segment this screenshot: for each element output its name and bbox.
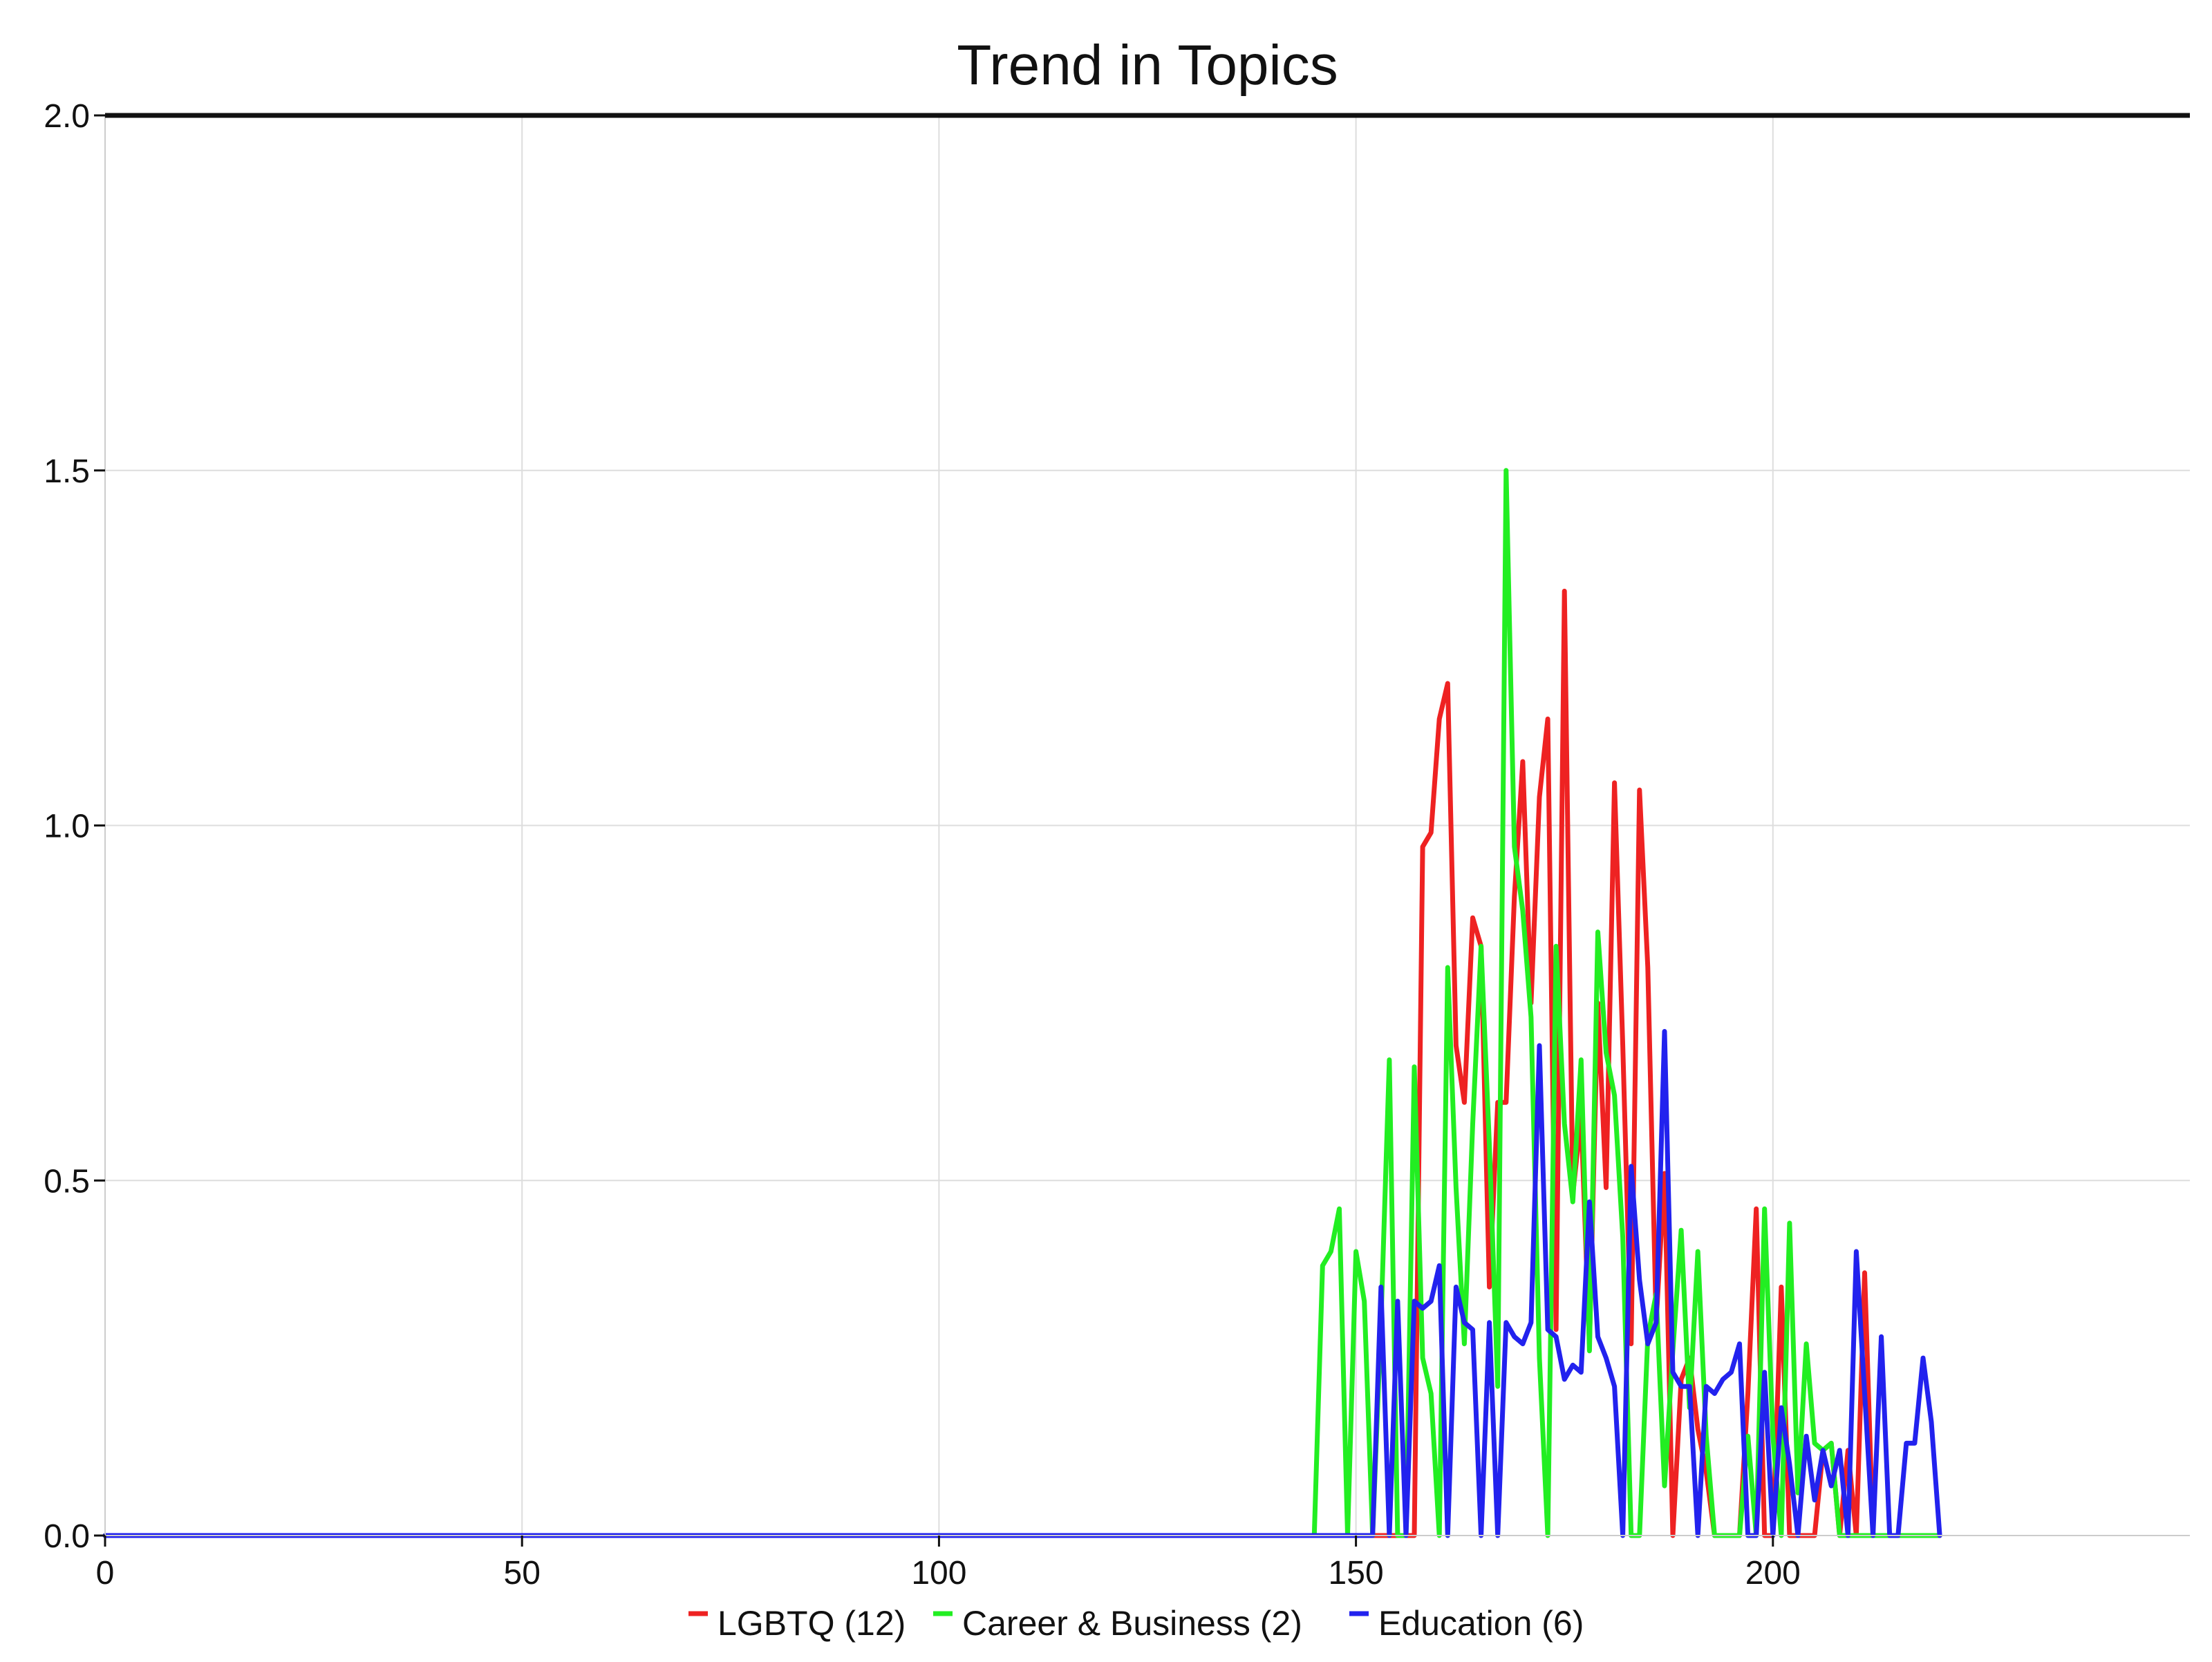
x-tick-label: 200 [1745,1555,1801,1592]
y-tick-label: 0.0 [44,1518,90,1555]
chart-title: Trend in Topics [957,34,1338,97]
legend-label: LGBTQ (12) [718,1604,906,1643]
grid [104,115,2190,1536]
line-chart: 0 50 100 150 200 0.0 0.5 1.0 1.5 2.0 Trend in Top… [0,0,2212,1659]
x-tick-label: 0 [96,1555,115,1592]
y-tick-label: 1.5 [44,453,90,490]
x-tick-label: 50 [504,1555,541,1592]
y-tick-label: 0.5 [44,1163,90,1200]
x-tick-label: 100 [911,1555,966,1592]
y-tick-label: 1.0 [44,809,90,845]
y-tick-label: 2.0 [44,98,90,135]
x-tick-label: 150 [1329,1555,1384,1592]
series-lines [102,468,1942,1538]
legend-item: Career & Business (2) [933,1604,1302,1643]
legend-label: Career & Business (2) [962,1604,1302,1643]
series-line [102,468,1942,1538]
chart-canvas: 0 50 100 150 200 0.0 0.5 1.0 1.5 2.0 Trend in Top… [44,34,2190,1643]
legend-label: Education (6) [1378,1604,1584,1643]
legend-item: Education (6) [1349,1604,1584,1643]
legend-item: LGBTQ (12) [688,1604,906,1643]
legend: LGBTQ (12) Career & Business (2) Education… [688,1604,1584,1643]
